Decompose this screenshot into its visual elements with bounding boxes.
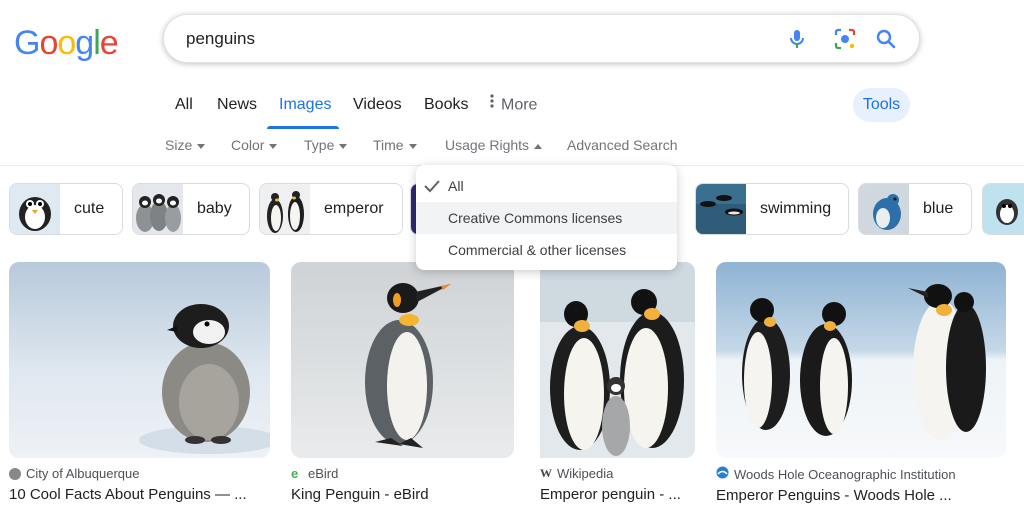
usage-option-creative-commons[interactable]: Creative Commons licenses (416, 202, 677, 234)
usage-rights-filter[interactable]: Usage Rights (445, 137, 543, 153)
tab-images[interactable]: Images (279, 96, 331, 114)
source-favicon-icon (9, 467, 21, 480)
chip-swimming[interactable]: swimming (695, 183, 849, 235)
image-result[interactable]: e eBird King Penguin - eBird (291, 262, 514, 503)
ebird-favicon-icon: e (291, 466, 299, 481)
result-title[interactable]: Emperor penguin - ... (540, 486, 695, 503)
chip-blue[interactable]: blue (858, 183, 972, 235)
caret-down-icon (339, 143, 348, 149)
usage-option-all[interactable]: All (416, 170, 677, 202)
chip-label: swimming (760, 200, 832, 217)
image-result[interactable]: Woods Hole Oceanographic Institution Emp… (716, 262, 1006, 504)
chip-thumbnail (10, 184, 60, 234)
tab-more[interactable]: More (490, 94, 538, 115)
type-filter-label: Type (304, 137, 335, 153)
chip-thumbnail (260, 184, 310, 234)
usage-rights-dropdown: All Creative Commons licenses Commercial… (416, 165, 677, 270)
image-result[interactable]: W Wikipedia Emperor penguin - ... (540, 262, 695, 503)
tab-books[interactable]: Books (424, 96, 468, 114)
chip-thumbnail (133, 184, 183, 234)
size-filter[interactable]: Size (165, 137, 206, 153)
color-filter[interactable]: Color (231, 137, 278, 153)
microphone-icon[interactable] (783, 25, 811, 53)
chip-cute[interactable]: cute (9, 183, 123, 235)
chip-baby[interactable]: baby (132, 183, 250, 235)
tab-all[interactable]: All (175, 96, 193, 114)
result-source-label: Woods Hole Oceanographic Institution (734, 466, 956, 482)
chip-emperor[interactable]: emperor (259, 183, 403, 235)
more-vert-icon (490, 94, 494, 113)
tools-button[interactable]: Tools (853, 88, 910, 122)
caret-up-icon (534, 143, 543, 149)
result-source-label: Wikipedia (557, 466, 614, 481)
result-source-label: City of Albuquerque (26, 466, 140, 481)
search-input[interactable] (186, 27, 746, 51)
whoi-favicon-icon (716, 466, 729, 482)
usage-option-label: Commercial & other licenses (448, 242, 627, 258)
caret-down-icon (197, 143, 206, 149)
caret-down-icon (408, 143, 417, 149)
chip-label: emperor (324, 200, 384, 217)
usage-rights-filter-label: Usage Rights (445, 137, 530, 153)
search-icon[interactable] (872, 25, 900, 53)
advanced-search-link[interactable]: Advanced Search (567, 137, 678, 153)
result-image[interactable] (291, 262, 514, 458)
result-title[interactable]: King Penguin - eBird (291, 486, 514, 503)
time-filter[interactable]: Time (373, 137, 417, 153)
color-filter-label: Color (231, 137, 265, 153)
result-source-label: eBird (308, 466, 339, 481)
usage-option-label: Creative Commons licenses (448, 210, 623, 226)
google-logo[interactable]: Google (14, 24, 119, 63)
usage-option-commercial[interactable]: Commercial & other licenses (416, 234, 677, 266)
camera-lens-icon[interactable] (831, 25, 859, 53)
chip-thumbnail (696, 184, 746, 234)
result-image[interactable] (540, 262, 695, 458)
result-image[interactable] (716, 262, 1006, 458)
image-result[interactable]: City of Albuquerque 10 Cool Facts About … (9, 262, 270, 503)
chip-label: baby (197, 200, 232, 217)
chip-thumbnail (859, 184, 909, 234)
usage-option-label: All (448, 178, 464, 194)
result-image[interactable] (9, 262, 270, 458)
size-filter-label: Size (165, 137, 193, 153)
chip-next[interactable] (982, 183, 1024, 235)
tab-more-label: More (501, 96, 538, 114)
result-title[interactable]: 10 Cool Facts About Penguins — ... (9, 486, 270, 503)
tab-videos[interactable]: Videos (353, 96, 402, 114)
result-source[interactable]: Woods Hole Oceanographic Institution (716, 466, 1006, 482)
search-box[interactable] (163, 14, 920, 63)
active-tab-indicator (267, 126, 339, 129)
result-title[interactable]: Emperor Penguins - Woods Hole ... (716, 487, 1006, 504)
result-source[interactable]: e eBird (291, 466, 514, 481)
result-source[interactable]: W Wikipedia (540, 466, 695, 481)
time-filter-label: Time (373, 137, 404, 153)
wikipedia-favicon-icon: W (540, 466, 552, 480)
caret-down-icon (269, 143, 278, 149)
chip-label: blue (923, 200, 954, 217)
chip-thumbnail (983, 184, 1024, 234)
type-filter[interactable]: Type (304, 137, 348, 153)
result-source[interactable]: City of Albuquerque (9, 466, 270, 481)
chip-label: cute (74, 200, 105, 217)
tab-news[interactable]: News (217, 96, 257, 114)
